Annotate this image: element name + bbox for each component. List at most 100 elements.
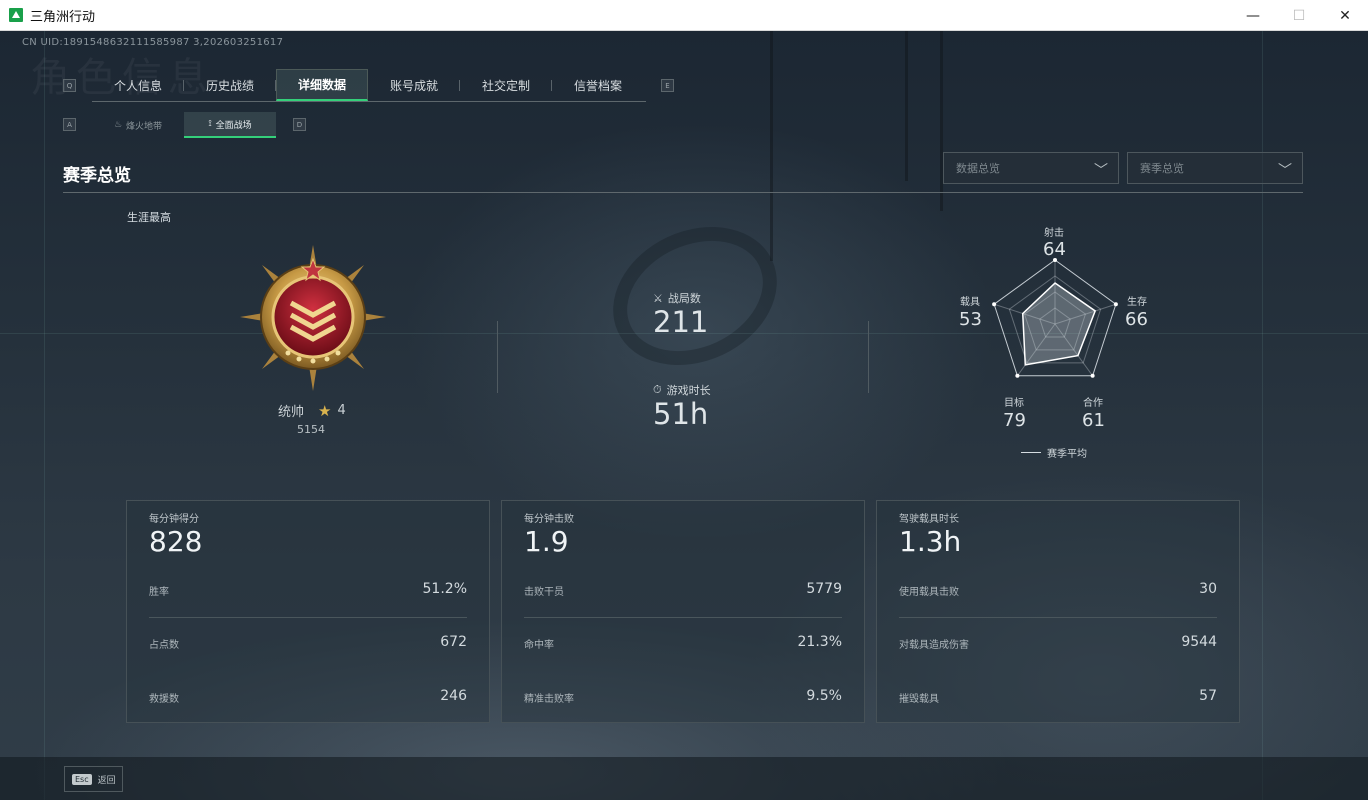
- stat-label: 对载具造成伤害: [899, 640, 969, 651]
- card-value: 1.9: [524, 525, 569, 558]
- tab-label: 社交定制: [481, 78, 530, 93]
- stat-row: 使用载具击败 30: [899, 581, 1217, 601]
- window-title: 三角洲行动: [30, 9, 96, 25]
- tab-label: 个人信息: [113, 78, 162, 93]
- rank-name: 统帅: [278, 405, 305, 420]
- stat-value: 30: [1199, 581, 1217, 597]
- footer-bar: [0, 757, 1368, 800]
- tab-label: 历史战绩: [205, 78, 254, 93]
- title-divider: [63, 192, 1303, 193]
- card-value: 1.3h: [899, 525, 962, 558]
- minimize-button[interactable]: —: [1230, 0, 1276, 31]
- stat-row: 救援数 246: [149, 688, 467, 708]
- key-hint-next-subtab: D: [293, 118, 306, 131]
- radar-data-polygon: [1021, 282, 1097, 366]
- stat-label: 命中率: [524, 640, 554, 651]
- stat-value: 9544: [1181, 634, 1217, 650]
- tab-reputation-record[interactable]: 信誉档案: [552, 69, 644, 101]
- tab-account-achievements[interactable]: 账号成就: [368, 69, 460, 101]
- career-highest-label: 生涯最高: [127, 211, 171, 224]
- maximize-button[interactable]: ☐: [1276, 0, 1322, 31]
- radar-vertex-dot: [1113, 302, 1118, 307]
- radar-axis-value: 64: [1043, 239, 1066, 260]
- mode-tab-bar: ♨ 烽火地带 ⟟ 全面战场: [92, 112, 276, 138]
- card-title: 每分钟击败: [524, 514, 574, 525]
- row-divider: [524, 617, 842, 618]
- matches-value: 211: [653, 305, 709, 339]
- stat-label: 精准击败率: [524, 694, 574, 705]
- key-hint-prev-subtab: A: [63, 118, 76, 131]
- subtab-full-battlefield[interactable]: ⟟ 全面战场: [184, 112, 276, 138]
- stat-value: 246: [440, 688, 467, 704]
- stat-value: 9.5%: [806, 688, 842, 704]
- stat-row: 胜率 51.2%: [149, 581, 467, 601]
- stat-card-kills: 每分钟击败 1.9 击败干员 5779 命中率 21.3% 精准击败率 9.5%: [501, 500, 865, 723]
- stat-label: 救援数: [149, 694, 179, 705]
- section-divider: [868, 321, 869, 393]
- main-tab-bar: 个人信息 历史战绩 详细数据 账号成就 社交定制 信誉档案: [92, 69, 646, 102]
- star-icon: ★: [318, 401, 332, 420]
- tab-label: 详细数据: [297, 78, 346, 92]
- data-view-dropdown[interactable]: 数据总览 ﹀: [943, 152, 1119, 184]
- stat-label: 占点数: [149, 640, 179, 651]
- crossed-swords-icon: ⚔: [653, 291, 663, 305]
- radar-axis-value: 53: [959, 309, 982, 330]
- row-divider: [899, 617, 1217, 618]
- radar-axis-label: 目标: [1004, 398, 1024, 409]
- tab-match-history[interactable]: 历史战绩: [184, 69, 276, 101]
- stat-value: 672: [440, 634, 467, 650]
- hud-guide-line: [44, 31, 45, 800]
- subtab-label: 全面战场: [215, 120, 252, 131]
- legend-line-swatch: [1021, 452, 1041, 453]
- playtime-label: ⏱ 游戏时长: [653, 382, 711, 398]
- radar-vertex-dot: [1090, 373, 1095, 378]
- tab-detailed-data[interactable]: 详细数据: [276, 69, 368, 101]
- playtime-label-text: 游戏时长: [666, 384, 711, 397]
- stat-card-vehicle: 驾驶载具时长 1.3h 使用载具击败 30 对载具造成伤害 9544 摧毁载具 …: [876, 500, 1240, 723]
- section-divider: [497, 321, 498, 393]
- stat-row: 命中率 21.3%: [524, 634, 842, 654]
- ability-radar-chart: [992, 258, 1118, 378]
- radar-axis-value: 61: [1082, 410, 1105, 431]
- chevron-down-icon: ﹀: [1094, 163, 1108, 179]
- back-label: 返回: [97, 775, 116, 786]
- radar-vertex-dot: [992, 302, 997, 307]
- stat-row: 对载具造成伤害 9544: [899, 634, 1217, 654]
- stat-label: 击败干员: [524, 587, 564, 598]
- close-button[interactable]: ✕: [1322, 0, 1368, 31]
- tab-personal-info[interactable]: 个人信息: [92, 69, 184, 101]
- window-controls: — ☐ ✕: [1230, 0, 1368, 31]
- battlefield-icon: ⟟: [208, 119, 212, 129]
- stat-row: 击败干员 5779: [524, 581, 842, 601]
- card-title: 每分钟得分: [149, 514, 199, 525]
- stat-row: 摧毁载具 57: [899, 688, 1217, 708]
- window-titlebar: 三角洲行动 — ☐ ✕: [0, 0, 1368, 31]
- subtab-label: 烽火地带: [126, 121, 163, 132]
- card-title: 驾驶载具时长: [899, 514, 959, 525]
- subtab-hazard-zone[interactable]: ♨ 烽火地带: [92, 112, 184, 138]
- radar-axis-label: 合作: [1083, 398, 1103, 409]
- matches-label-text: 战局数: [667, 292, 701, 305]
- rank-stars: 4: [337, 403, 346, 418]
- card-value: 828: [149, 525, 203, 558]
- stat-value: 57: [1199, 688, 1217, 704]
- stat-value: 21.3%: [797, 634, 842, 650]
- back-button[interactable]: Esc 返回: [64, 766, 123, 792]
- stopwatch-icon: ⏱: [653, 383, 662, 396]
- stat-row: 占点数 672: [149, 634, 467, 654]
- player-uid: CN UID:1891548632111585987 3,20260325161…: [22, 37, 284, 48]
- key-hint-next-tab: E: [661, 79, 674, 92]
- stat-row: 精准击败率 9.5%: [524, 688, 842, 708]
- page-title: 赛季总览: [63, 166, 131, 186]
- dropdown-value: 数据总览: [956, 162, 1000, 175]
- rank-score: 5154: [297, 423, 325, 436]
- radar-axis-label: 载具: [960, 297, 980, 308]
- row-divider: [149, 617, 467, 618]
- stat-value: 5779: [806, 581, 842, 597]
- stat-label: 使用载具击败: [899, 587, 959, 598]
- chevron-down-icon: ﹀: [1278, 163, 1292, 179]
- radar-axis-label: 射击: [1044, 228, 1064, 239]
- stat-value: 51.2%: [422, 581, 467, 597]
- tab-social-customization[interactable]: 社交定制: [460, 69, 552, 101]
- season-dropdown[interactable]: 赛季总览 ﹀: [1127, 152, 1303, 184]
